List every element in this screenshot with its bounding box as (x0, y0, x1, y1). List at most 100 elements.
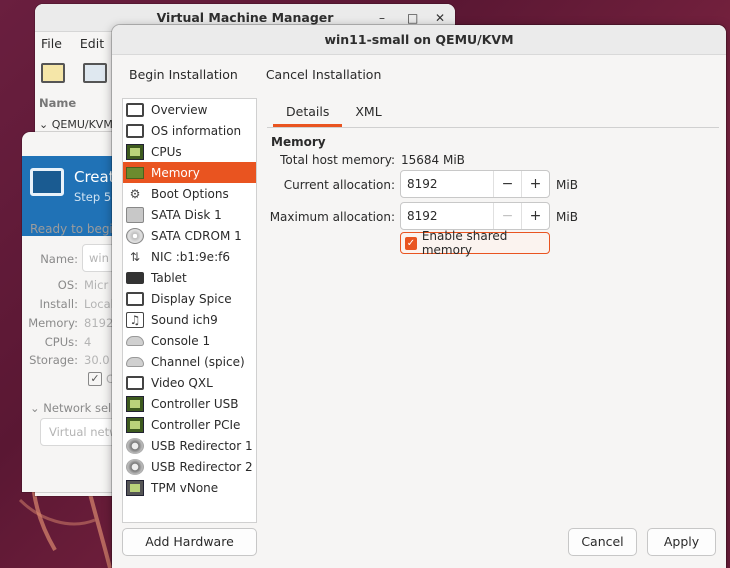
customize-checkbox[interactable]: ✓ (88, 372, 102, 386)
shared-memory-checkbox-row[interactable]: ✓ Enable shared memory (400, 229, 550, 257)
current-allocation-decrement-button[interactable]: − (493, 171, 521, 197)
memory-section-title: Memory (271, 135, 326, 149)
hw-item-label: SATA Disk 1 (151, 207, 222, 222)
vm-details-titlebar: win11-small on QEMU/KVM (112, 25, 726, 55)
hw-item-label: TPM vNone (151, 480, 219, 495)
hw-item-label: Console 1 (151, 333, 211, 348)
create-vm-step: Step 5 (74, 190, 112, 204)
hw-item-label: Video QXL (151, 375, 213, 390)
vm-details-window: win11-small on QEMU/KVM Begin Installati… (112, 25, 726, 568)
close-icon[interactable]: ✕ (435, 11, 445, 25)
hw-item-memory[interactable]: Memory (123, 162, 256, 183)
hw-item-nic[interactable]: ⇅ NIC :b1:9e:f6 (123, 246, 256, 267)
installation-toolbar: Begin Installation Cancel Installation (112, 55, 726, 93)
shared-memory-label: Enable shared memory (421, 229, 508, 257)
hw-item-label: Controller PCIe (151, 417, 241, 432)
hw-item-sata-disk-1[interactable]: SATA Disk 1 (123, 204, 256, 225)
total-host-memory-label: Total host memory: (280, 153, 395, 167)
cpus-value: 4 (84, 335, 92, 349)
hw-item-os-information[interactable]: OS information (123, 120, 256, 141)
tab-details[interactable]: Details (273, 98, 343, 127)
menu-edit[interactable]: Edit (80, 36, 104, 51)
hw-item-label: NIC :b1:9e:f6 (151, 249, 230, 264)
chevron-down-icon[interactable]: ⌄ (39, 118, 48, 131)
shared-memory-checkbox[interactable]: ✓ (405, 236, 417, 250)
total-host-memory-value: 15684 MiB (401, 153, 465, 167)
hw-item-sound[interactable]: ♫ Sound ich9 (123, 309, 256, 330)
hw-item-channel-spice[interactable]: Channel (spice) (123, 351, 256, 372)
maximize-icon[interactable]: □ (407, 11, 418, 25)
hw-item-display-spice[interactable]: Display Spice (123, 288, 256, 309)
install-label: Install: (39, 297, 79, 311)
details-pane: Details XML Memory Total host memory: 15… (267, 98, 719, 523)
screen-icon (126, 123, 144, 138)
network-icon: ⇅ (129, 249, 141, 264)
detail-tabs: Details XML (267, 98, 719, 128)
hw-item-label: Boot Options (151, 186, 229, 201)
screen-icon (126, 102, 144, 117)
hw-item-label: Sound ich9 (151, 312, 218, 327)
tablet-icon (126, 271, 144, 284)
hw-item-usb-redirector-2[interactable]: USB Redirector 2 (123, 456, 256, 477)
begin-installation-button[interactable]: Begin Installation (129, 67, 238, 82)
cancel-button[interactable]: Cancel (568, 528, 637, 556)
hw-item-controller-usb[interactable]: Controller USB (123, 393, 256, 414)
minimize-icon[interactable]: – (379, 11, 385, 25)
hw-item-video-qxl[interactable]: Video QXL (123, 372, 256, 393)
storage-value: 30.0 (84, 353, 110, 367)
hw-item-label: Overview (151, 102, 208, 117)
os-label: OS: (57, 278, 78, 292)
current-allocation-increment-button[interactable]: + (521, 171, 549, 197)
vmm-title: Virtual Machine Manager (156, 10, 334, 25)
hw-item-console-1[interactable]: Console 1 (123, 330, 256, 351)
hw-item-label: Display Spice (151, 291, 232, 306)
tpm-chip-icon (126, 479, 144, 496)
console-icon (126, 335, 144, 346)
storage-label: Storage: (29, 353, 78, 367)
gears-icon: ⚙ (129, 186, 141, 201)
hw-item-tpm[interactable]: TPM vNone (123, 477, 256, 498)
new-vm-icon[interactable] (41, 63, 65, 83)
hw-item-boot-options[interactable]: ⚙ Boot Options (123, 183, 256, 204)
cpu-chip-icon (126, 143, 144, 160)
maximum-allocation-input[interactable]: 8192 (401, 203, 493, 229)
hardware-list: Overview OS information CPUs Memory ⚙ Boo… (122, 98, 257, 523)
hw-item-overview[interactable]: Overview (123, 99, 256, 120)
hw-item-label: USB Redirector 2 (151, 459, 253, 474)
cdrom-icon (126, 227, 144, 244)
vm-details-title: win11-small on QEMU/KVM (324, 32, 514, 47)
cancel-installation-button[interactable]: Cancel Installation (266, 67, 382, 82)
current-allocation-label: Current allocation: (283, 178, 395, 192)
hard-disk-icon (126, 206, 144, 223)
maximum-allocation-unit: MiB (556, 210, 578, 224)
current-allocation-stepper: 8192 − + (400, 170, 550, 198)
network-selection-label[interactable]: ⌄ Network sel (30, 401, 111, 415)
hw-item-cpus[interactable]: CPUs (123, 141, 256, 162)
apply-button[interactable]: Apply (647, 528, 716, 556)
hw-item-label: Controller USB (151, 396, 239, 411)
cpus-label: CPUs: (44, 335, 78, 349)
add-hardware-button[interactable]: Add Hardware (122, 528, 257, 556)
hw-item-label: CPUs (151, 144, 182, 159)
maximum-allocation-stepper: 8192 − + (400, 202, 550, 230)
maximum-allocation-increment-button[interactable]: + (521, 203, 549, 229)
open-console-icon[interactable] (83, 63, 107, 83)
maximum-allocation-decrement-button[interactable]: − (493, 203, 521, 229)
video-icon (126, 375, 144, 390)
tab-xml[interactable]: XML (342, 98, 394, 127)
hw-item-label: OS information (151, 123, 242, 138)
current-allocation-input[interactable]: 8192 (401, 171, 493, 197)
controller-icon (126, 416, 144, 433)
hw-item-label: SATA CDROM 1 (151, 228, 242, 243)
channel-icon (126, 356, 144, 367)
menu-file[interactable]: File (41, 36, 62, 51)
hw-item-usb-redirector-1[interactable]: USB Redirector 1 (123, 435, 256, 456)
network-selection-text: Network sel (43, 401, 112, 415)
memory-module-icon (126, 166, 144, 179)
hw-item-sata-cdrom-1[interactable]: SATA CDROM 1 (123, 225, 256, 246)
os-value: Micr (84, 278, 109, 292)
ready-text: Ready to begin (30, 222, 121, 236)
monitor-icon (30, 168, 64, 196)
hw-item-tablet[interactable]: Tablet (123, 267, 256, 288)
hw-item-controller-pcie[interactable]: Controller PCIe (123, 414, 256, 435)
